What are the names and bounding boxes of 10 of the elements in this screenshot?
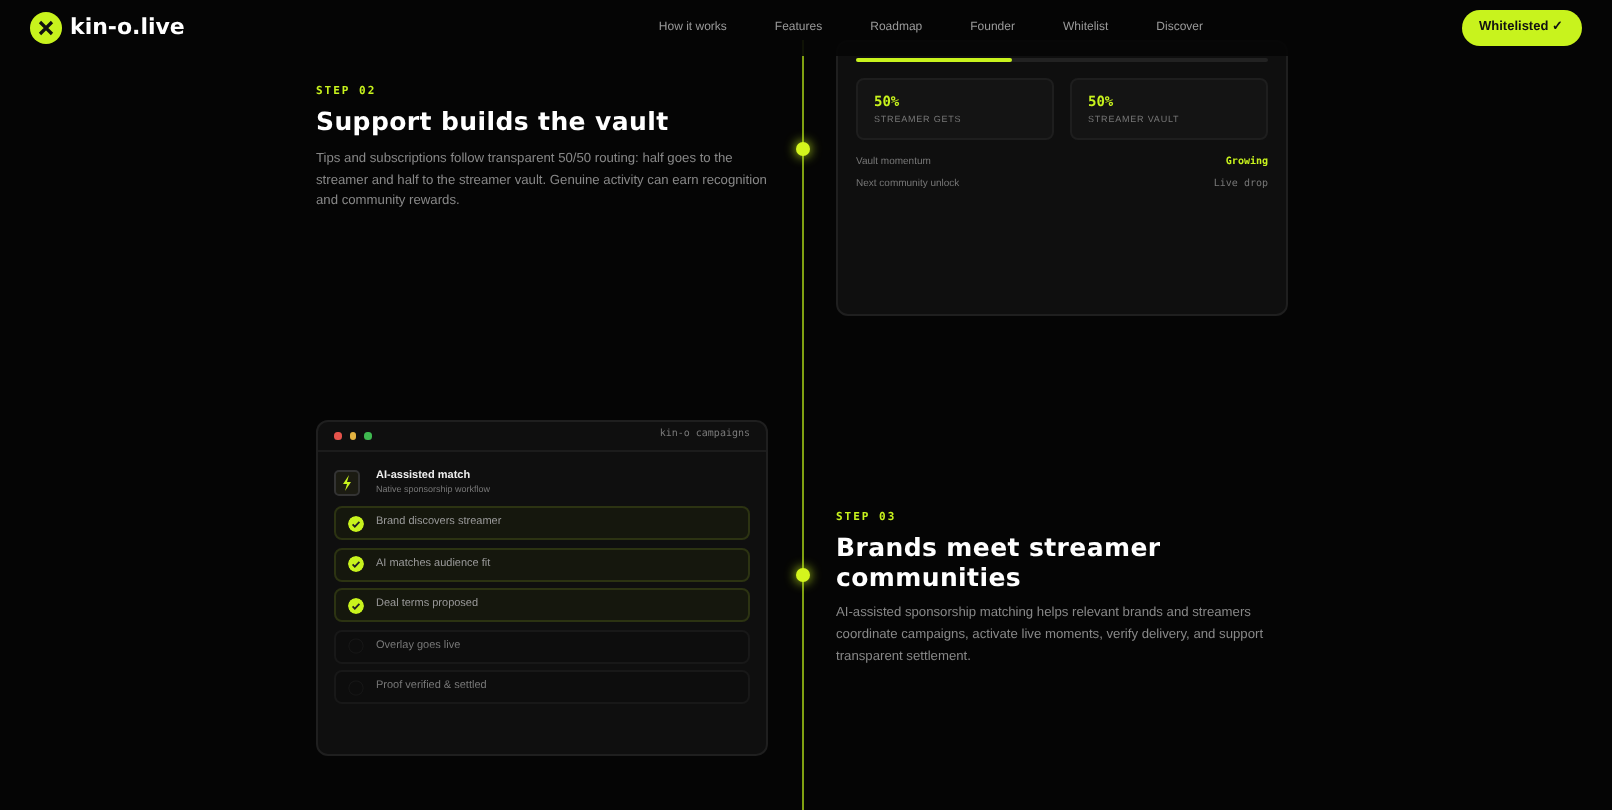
timeline-dot	[795, 568, 809, 582]
minimize-dot	[349, 432, 356, 440]
timeline-dot	[795, 142, 809, 156]
section-heading: Brands meet streamer communities	[836, 534, 1163, 592]
logo-icon	[30, 12, 62, 44]
section-heading: Support builds the vault	[316, 108, 671, 138]
brand-name[interactable]: kin-o.live	[70, 11, 185, 45]
lightning-icon	[334, 470, 360, 496]
close-dot	[334, 432, 341, 440]
maximize-dot	[364, 432, 371, 440]
